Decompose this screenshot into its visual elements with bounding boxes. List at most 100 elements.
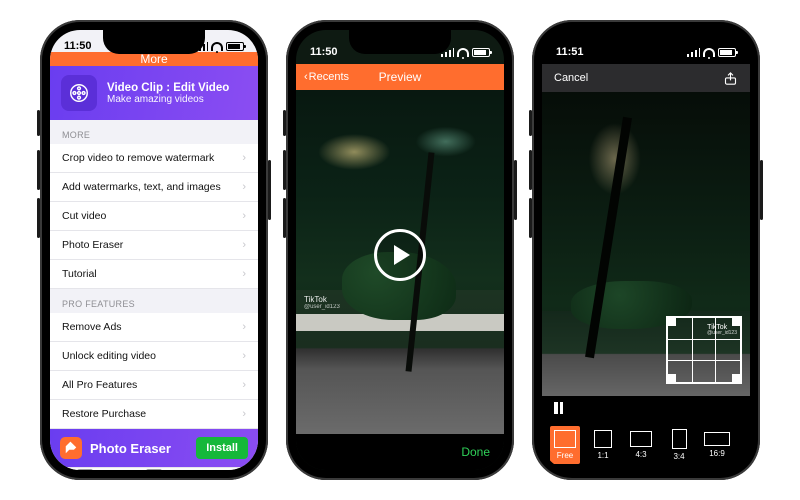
bottom-promo[interactable]: Photo Eraser Install — [50, 429, 258, 467]
share-icon[interactable] — [723, 71, 738, 86]
side-button — [529, 150, 532, 190]
ratio-shape-icon — [554, 430, 576, 448]
row-crop-video[interactable]: Crop video to remove watermark › — [50, 144, 258, 173]
section-header-pro: PRO FEATURES — [50, 289, 258, 313]
banner-title: Video Clip : Edit Video — [107, 82, 229, 94]
top-bar: Cancel — [542, 64, 750, 92]
row-cut-video[interactable]: Cut video› — [50, 202, 258, 231]
row-label: Unlock editing video — [62, 350, 156, 362]
crop-handle[interactable] — [666, 316, 676, 326]
chevron-right-icon: › — [242, 268, 246, 280]
ratio-1-1[interactable]: 1:1 — [588, 430, 618, 460]
watermark-handle: @user_id123 — [304, 304, 340, 310]
watermark-brand: TikTok — [304, 296, 340, 304]
side-button — [283, 150, 286, 190]
wifi-icon — [211, 42, 223, 51]
playback-bar — [542, 396, 750, 420]
side-button — [37, 110, 40, 136]
ratio-9-16[interactable]: 9:16 — [740, 429, 750, 461]
back-label: Recents — [309, 71, 349, 83]
battery-icon — [718, 48, 736, 57]
tab-bar: Original Video Processed More — [50, 467, 258, 470]
row-label: Restore Purchase — [62, 408, 146, 420]
phone-more-page: 11:50 More Video Clip : Edit Video Make … — [40, 20, 268, 480]
wifi-icon — [703, 48, 715, 57]
pause-button[interactable] — [554, 402, 563, 414]
ratio-shape-icon — [630, 431, 652, 447]
tiktok-watermark: TikTok @user_id123 — [304, 296, 340, 310]
section-header-more: MORE — [50, 120, 258, 144]
promo-label: Photo Eraser — [90, 441, 188, 456]
row-label: Crop video to remove watermark — [62, 152, 214, 164]
row-label: Remove Ads — [62, 321, 122, 333]
ratio-4-3[interactable]: 4:3 — [626, 431, 656, 459]
wifi-icon — [457, 48, 469, 57]
notch — [595, 30, 697, 54]
play-icon — [394, 245, 410, 265]
ratio-shape-icon — [594, 430, 612, 448]
side-button — [268, 160, 271, 220]
row-tutorial[interactable]: Tutorial› — [50, 260, 258, 289]
row-all-pro[interactable]: All Pro Features› — [50, 371, 258, 400]
chevron-right-icon: › — [242, 350, 246, 362]
side-button — [760, 160, 763, 220]
film-reel-icon — [61, 75, 97, 111]
watermark-handle: @user_id123 — [707, 331, 737, 336]
ratio-label: 9:16 — [747, 452, 750, 461]
row-unlock-editing[interactable]: Unlock editing video › — [50, 342, 258, 371]
chevron-left-icon: ‹ — [304, 71, 308, 83]
ratio-3-4[interactable]: 3:4 — [664, 429, 694, 461]
ratio-free[interactable]: Free — [550, 426, 580, 464]
crop-handle[interactable] — [666, 374, 676, 384]
nav-bar: More — [50, 52, 258, 66]
side-button — [529, 198, 532, 238]
row-remove-ads[interactable]: Remove Ads› — [50, 313, 258, 342]
tab-more[interactable]: More — [189, 468, 258, 470]
play-button[interactable] — [374, 229, 426, 281]
ratio-label: 4:3 — [635, 450, 646, 459]
promo-banner[interactable]: Video Clip : Edit Video Make amazing vid… — [50, 66, 258, 120]
ratio-label: 16:9 — [709, 449, 725, 458]
nav-bar: ‹ Recents Preview — [296, 64, 504, 90]
ratio-shape-icon — [750, 429, 751, 449]
video-preview[interactable]: TikTok @user_id123 — [296, 90, 504, 434]
notch — [349, 30, 451, 54]
side-button — [283, 110, 286, 136]
row-restore-purchase[interactable]: Restore Purchase › — [50, 400, 258, 429]
crop-selection[interactable]: TikTok @user_id123 — [666, 316, 742, 384]
chevron-right-icon: › — [242, 379, 246, 391]
crop-canvas[interactable]: TikTok @user_id123 — [542, 92, 750, 396]
status-time: 11:50 — [64, 40, 92, 52]
notch — [103, 30, 205, 54]
bottom-bar: Done — [296, 434, 504, 470]
nav-title: Preview — [379, 70, 422, 84]
cancel-button[interactable]: Cancel — [554, 72, 588, 84]
tab-processed[interactable]: Processed — [119, 468, 188, 470]
aspect-ratio-bar: Free 1:1 4:3 3:4 16:9 9:16 — [542, 420, 750, 470]
status-time: 11:51 — [556, 46, 584, 58]
side-button — [37, 198, 40, 238]
ratio-label: 1:1 — [597, 451, 608, 460]
chevron-right-icon: › — [242, 152, 246, 164]
battery-icon — [472, 48, 490, 57]
chevron-right-icon: › — [242, 408, 246, 420]
row-label: Cut video — [62, 210, 106, 222]
chevron-right-icon: › — [242, 239, 246, 251]
row-photo-eraser[interactable]: Photo Eraser› — [50, 231, 258, 260]
crop-handle[interactable] — [732, 316, 742, 326]
crop-handle[interactable] — [732, 374, 742, 384]
phone-crop-editor: 11:51 Cancel TikTok @user_ — [532, 20, 760, 480]
phone-preview: 11:50 ‹ Recents Preview TikTok @user_id1… — [286, 20, 514, 480]
ratio-label: 3:4 — [673, 452, 684, 461]
ratio-shape-icon — [672, 429, 687, 449]
tab-original-video[interactable]: Original Video — [50, 468, 119, 470]
row-label: Add watermarks, text, and images — [62, 181, 221, 193]
banner-subtitle: Make amazing videos — [107, 94, 229, 105]
install-button[interactable]: Install — [196, 437, 248, 459]
back-button[interactable]: ‹ Recents — [304, 71, 349, 83]
nav-title: More — [140, 52, 167, 66]
ratio-label: Free — [557, 451, 573, 460]
done-button[interactable]: Done — [461, 445, 490, 459]
ratio-16-9[interactable]: 16:9 — [702, 432, 732, 458]
row-add-watermarks[interactable]: Add watermarks, text, and images› — [50, 173, 258, 202]
